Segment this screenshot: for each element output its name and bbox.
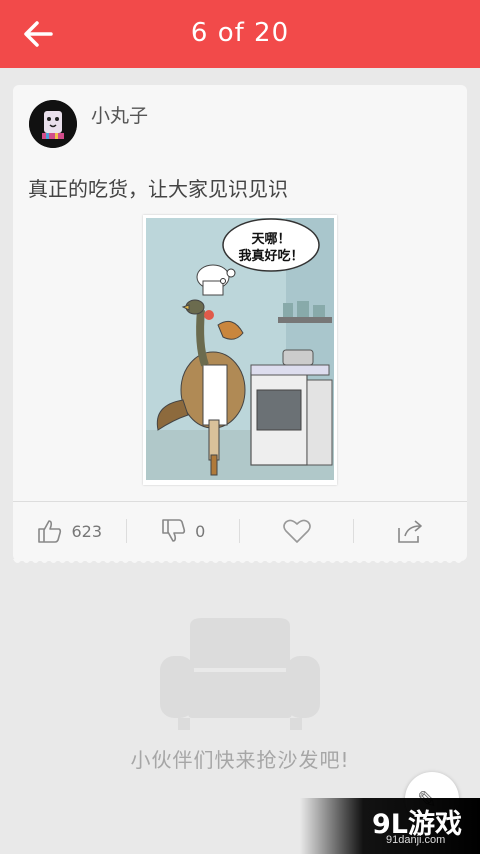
post-card: 小丸子 真正的吃货，让大家见识见识 天哪！ 我真好吃！ 623 0 [13, 85, 467, 563]
page-indicator: 6 of 20 [190, 18, 290, 48]
card-scallop-edge [13, 559, 467, 563]
like-count: 623 [71, 521, 103, 541]
bubble-line-2: 我真好吃！ [238, 248, 303, 264]
share-button[interactable] [354, 502, 468, 560]
sofa-icon [160, 618, 320, 730]
empty-comments-message: 小伙伴们快来抢沙发吧! [130, 748, 350, 772]
share-icon [398, 520, 423, 543]
like-button[interactable]: 623 [13, 502, 127, 560]
avatar[interactable] [29, 100, 77, 148]
post-text: 真正的吃货，让大家见识见识 [28, 177, 288, 201]
favorite-button[interactable] [240, 502, 354, 560]
top-bar: 6 of 20 [0, 0, 480, 68]
action-bar: 623 0 [13, 502, 467, 560]
dislike-button[interactable]: 0 [127, 502, 241, 560]
username[interactable]: 小丸子 [91, 101, 148, 128]
post-image[interactable]: 天哪！ 我真好吃！ [143, 215, 337, 485]
watermark-url: 91danji.com [386, 834, 446, 846]
heart-icon [282, 519, 311, 543]
bubble-line-1: 天哪！ [251, 232, 290, 247]
thumbs-down-icon [162, 519, 186, 542]
thumbs-up-icon [38, 520, 62, 543]
dislike-count: 0 [195, 521, 206, 541]
